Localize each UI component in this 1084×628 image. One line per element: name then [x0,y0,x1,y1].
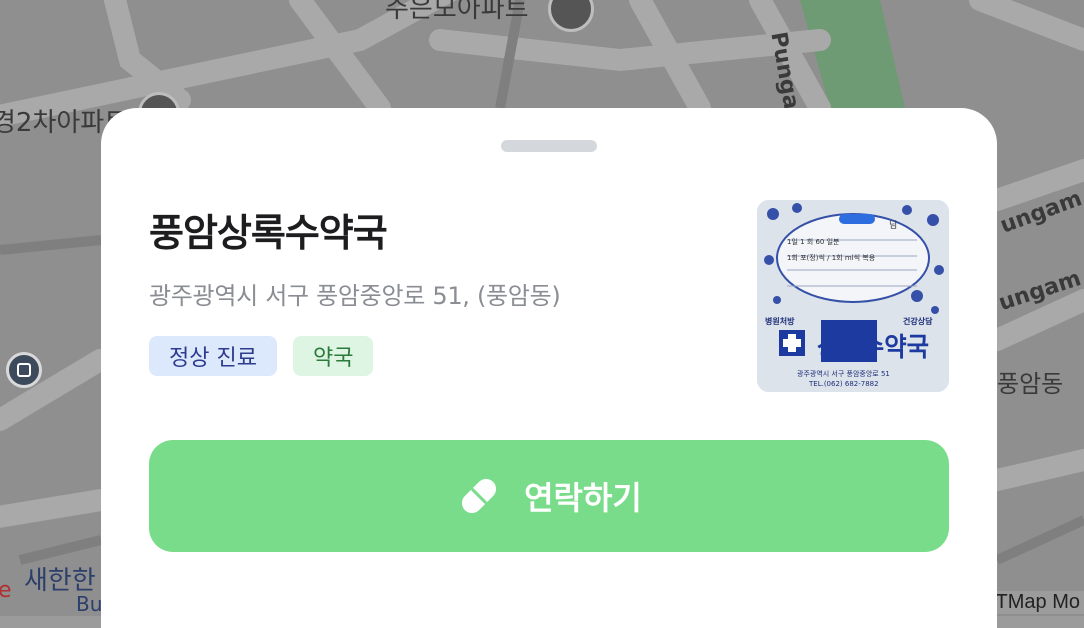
contact-button[interactable]: 연락하기 [149,440,949,552]
photo-text-left: 병원처방 [765,316,795,326]
bus-stop-icon[interactable] [6,352,42,388]
status-badge-open: 정상 진료 [149,336,277,376]
sheet-drag-handle[interactable] [501,140,597,152]
map-label-bus-sub: Bu [76,592,103,616]
map-label-bottom-left: e [0,578,12,603]
category-badge: 약국 [292,336,374,376]
photo-text-name: 상록수약국 [817,333,929,363]
photo-text-address: 광주광역시 서구 풍암중앙로 51 [797,369,890,378]
pharmacy-name: 풍암상록수약국 [149,211,388,255]
photo-text-dosage-2: 1회 포(정)씩 / 1회 ml씩 복용 [787,253,876,262]
photo-text-dosage: 1일 1 회 60 일분 [787,237,840,246]
map-label-district: 풍암동 [997,370,1064,398]
map-label-apartment-top: 주은모아파트 [385,0,529,24]
status-tags: 정상 진료 약국 [149,336,374,376]
pill-icon [456,473,502,519]
pharmacy-address: 광주광역시 서구 풍암중앙로 51, (풍암동) [149,282,561,310]
photo-text-suffix: 님 [889,220,897,231]
contact-button-label: 연락하기 [524,479,642,517]
pharmacy-photo[interactable]: 님 1일 1 회 60 일분 1회 포(정)씩 / 1회 ml씩 복용 병원처방… [757,200,949,392]
map-attribution: TMap Mo [991,591,1084,614]
pharmacy-detail-sheet: 풍암상록수약국 광주광역시 서구 풍암중앙로 51, (풍암동) 정상 진료 약… [101,108,997,628]
photo-text-tel: TEL.(062) 682-7882 [808,380,879,388]
photo-text-right: 건강상담 [903,316,933,326]
pharmacy-bag-image: 님 1일 1 회 60 일분 1회 포(정)씩 / 1회 ml씩 복용 병원처방… [757,200,949,392]
